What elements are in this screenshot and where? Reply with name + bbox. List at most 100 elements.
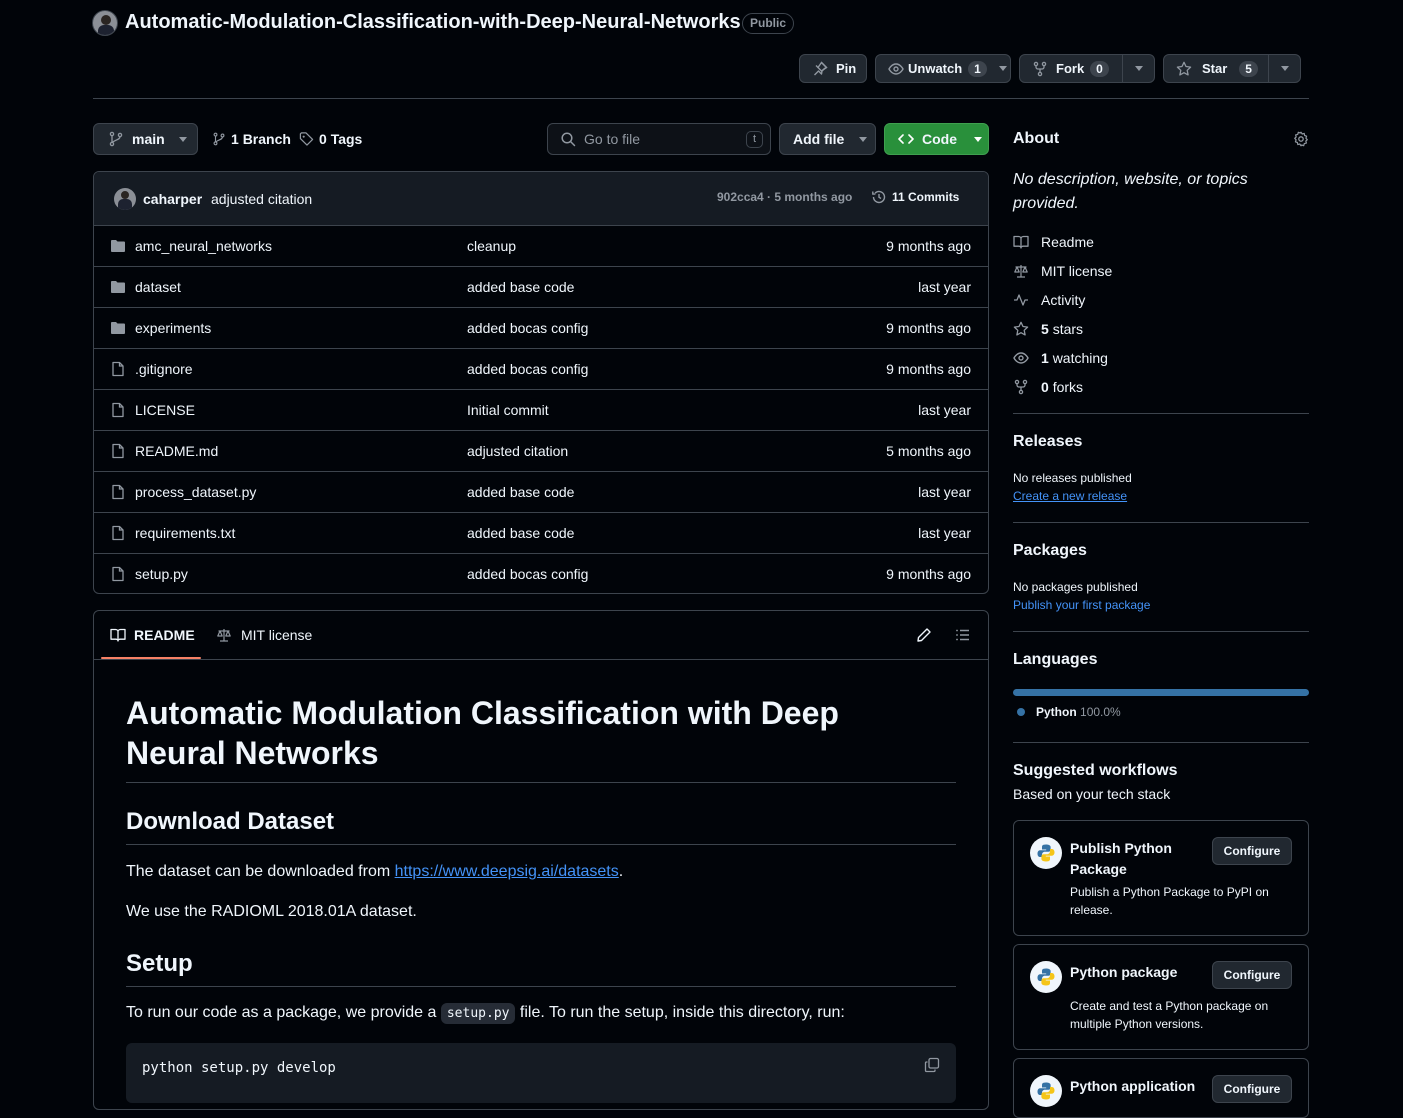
file-row[interactable]: amc_neural_networks cleanup 9 months ago bbox=[94, 225, 988, 266]
configure-button[interactable]: Configure bbox=[1212, 837, 1292, 865]
star-dropdown[interactable] bbox=[1269, 55, 1300, 82]
file-name[interactable]: .gitignore bbox=[135, 361, 193, 377]
deepsig-link[interactable]: https://www.deepsig.ai/datasets bbox=[395, 863, 619, 880]
copy-icon[interactable] bbox=[924, 1057, 940, 1073]
file-name[interactable]: process_dataset.py bbox=[135, 484, 256, 500]
star-button-group: Star 5 bbox=[1163, 54, 1301, 83]
license-link[interactable]: MIT license bbox=[1013, 263, 1112, 279]
watching-label: watching bbox=[1052, 350, 1108, 366]
activity-link[interactable]: Activity bbox=[1013, 292, 1085, 308]
add-file-button[interactable]: Add file bbox=[779, 123, 876, 155]
file-commit-message[interactable]: cleanup bbox=[467, 238, 516, 254]
languages-title: Languages bbox=[1013, 651, 1098, 668]
owner-avatar[interactable] bbox=[92, 10, 118, 36]
file-row[interactable]: dataset added base code last year bbox=[94, 266, 988, 307]
add-file-label: Add file bbox=[793, 131, 845, 147]
file-row[interactable]: setup.py added bocas config 9 months ago bbox=[94, 553, 988, 594]
go-to-file-input[interactable]: Go to file t bbox=[547, 123, 771, 155]
file-name[interactable]: LICENSE bbox=[135, 402, 195, 418]
workflow-title[interactable]: Publish Python Package bbox=[1070, 838, 1200, 880]
workflow-title[interactable]: Python application bbox=[1070, 1076, 1195, 1097]
commit-message[interactable]: adjusted citation bbox=[211, 191, 312, 207]
gear-icon[interactable] bbox=[1293, 131, 1309, 147]
unwatch-button[interactable]: Unwatch 1 bbox=[875, 54, 1011, 83]
repo-title[interactable]: Automatic-Modulation-Classification-with… bbox=[125, 11, 741, 34]
file-name[interactable]: README.md bbox=[135, 443, 218, 459]
file-name[interactable]: dataset bbox=[135, 279, 181, 295]
tags-link[interactable]: 0 Tags bbox=[299, 131, 362, 147]
fork-button[interactable]: Fork 0 bbox=[1020, 55, 1122, 82]
file-row[interactable]: experiments added bocas config 9 months ag… bbox=[94, 307, 988, 348]
tab-readme[interactable]: README bbox=[110, 627, 195, 643]
pin-button[interactable]: Pin bbox=[799, 54, 867, 83]
file-name[interactable]: experiments bbox=[135, 320, 211, 336]
file-row[interactable]: process_dataset.py added base code last ye… bbox=[94, 471, 988, 512]
watching-link[interactable]: 1 watching bbox=[1013, 350, 1108, 366]
star-button[interactable]: Star 5 bbox=[1164, 55, 1268, 82]
workflows-title: Suggested workflows bbox=[1013, 762, 1178, 779]
file-row[interactable]: LICENSE Initial commit last year bbox=[94, 389, 988, 430]
branches-count: 1 bbox=[231, 131, 239, 147]
license-link-label: MIT license bbox=[1041, 263, 1113, 279]
readme-p-download: The dataset can be downloaded from https… bbox=[126, 863, 623, 881]
file-icon bbox=[110, 525, 126, 541]
chevron-down-icon bbox=[1280, 66, 1289, 71]
file-row[interactable]: requirements.txt added base code last year bbox=[94, 512, 988, 553]
stars-link[interactable]: 5 stars bbox=[1013, 321, 1083, 337]
watching-count: 1 bbox=[1041, 350, 1049, 366]
file-name[interactable]: setup.py bbox=[135, 566, 188, 582]
download-suffix: . bbox=[618, 863, 624, 880]
configure-button[interactable]: Configure bbox=[1212, 1075, 1292, 1103]
publish-package-link[interactable]: Publish your first package bbox=[1013, 598, 1150, 612]
file-name[interactable]: requirements.txt bbox=[135, 525, 235, 541]
forks-link[interactable]: 0 forks bbox=[1013, 379, 1083, 395]
file-commit-message[interactable]: added base code bbox=[467, 525, 574, 541]
branch-icon bbox=[108, 131, 124, 147]
releases-empty: No releases published bbox=[1013, 471, 1132, 485]
readme-link[interactable]: Readme bbox=[1013, 234, 1094, 250]
visibility-badge: Public bbox=[742, 13, 795, 34]
commit-author[interactable]: caharper bbox=[143, 191, 202, 207]
code-button[interactable]: Code bbox=[884, 123, 989, 155]
folder-icon bbox=[110, 279, 126, 295]
file-commit-message[interactable]: Initial commit bbox=[467, 402, 549, 418]
tag-icon bbox=[299, 131, 314, 147]
about-title: About bbox=[1013, 130, 1060, 147]
create-release-link[interactable]: Create a new release bbox=[1013, 489, 1127, 503]
tab-license[interactable]: MIT license bbox=[216, 627, 312, 643]
commit-author-avatar[interactable] bbox=[114, 188, 136, 210]
edit-pencil-icon[interactable] bbox=[916, 627, 932, 643]
book-icon bbox=[1013, 234, 1029, 250]
file-commit-message[interactable]: added base code bbox=[467, 279, 574, 295]
packages-title[interactable]: Packages bbox=[1013, 542, 1087, 560]
header-divider bbox=[93, 98, 1309, 99]
file-name[interactable]: amc_neural_networks bbox=[135, 238, 272, 254]
fork-dropdown[interactable] bbox=[1123, 55, 1154, 82]
about-description: No description, website, or topics provi… bbox=[1013, 171, 1248, 212]
branches-link[interactable]: 1 Branch bbox=[212, 131, 291, 147]
star-icon bbox=[1013, 321, 1029, 337]
file-row[interactable]: .gitignore added bocas config 9 months ago bbox=[94, 348, 988, 389]
file-commit-date: last year bbox=[918, 402, 971, 418]
language-dot bbox=[1017, 708, 1025, 716]
stars-count: 5 bbox=[1041, 321, 1049, 337]
branch-selector[interactable]: main bbox=[93, 123, 198, 155]
file-icon bbox=[110, 443, 126, 459]
file-commit-date: last year bbox=[918, 525, 971, 541]
commit-hash-time[interactable]: 902cca4 · 5 months ago bbox=[717, 190, 852, 204]
file-commit-message[interactable]: added bocas config bbox=[467, 320, 588, 336]
file-commit-message[interactable]: added bocas config bbox=[467, 361, 588, 377]
workflow-title[interactable]: Python package bbox=[1070, 962, 1177, 983]
outline-list-icon[interactable] bbox=[955, 627, 971, 643]
language-python[interactable]: Python 100.0% bbox=[1017, 705, 1121, 719]
file-commit-message[interactable]: added bocas config bbox=[467, 566, 588, 582]
code-block-text: python setup.py develop bbox=[142, 1060, 336, 1076]
file-row[interactable]: README.md adjusted citation 5 months ago bbox=[94, 430, 988, 471]
packages-divider bbox=[1013, 631, 1309, 632]
configure-button[interactable]: Configure bbox=[1212, 961, 1292, 989]
releases-title[interactable]: Releases bbox=[1013, 433, 1082, 451]
code-icon bbox=[898, 131, 914, 147]
file-commit-message[interactable]: adjusted citation bbox=[467, 443, 568, 459]
file-commit-message[interactable]: added base code bbox=[467, 484, 574, 500]
commits-link[interactable]: 11 Commits bbox=[871, 189, 959, 205]
